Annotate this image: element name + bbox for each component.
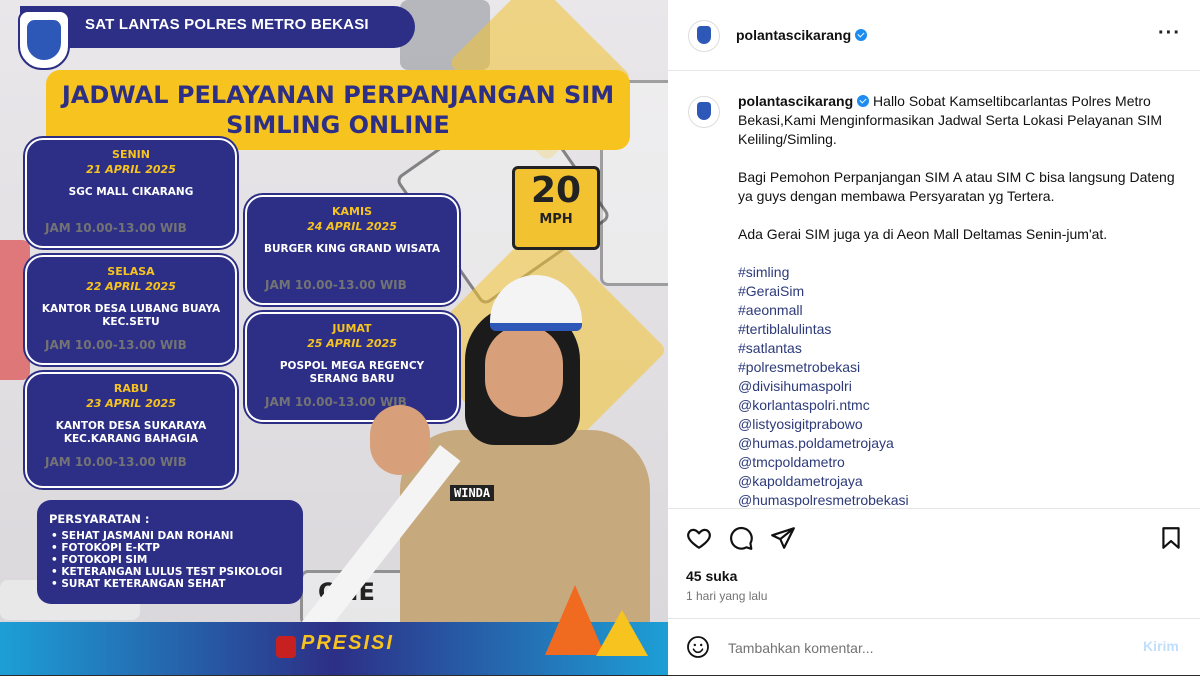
requirements-list: SEHAT JASMANI DAN ROHANI FOTOKOPI E-KTP …	[51, 530, 282, 590]
caption-author-avatar[interactable]	[688, 96, 720, 128]
comment-bubble-icon[interactable]	[728, 525, 754, 551]
save-bookmark-icon[interactable]	[1158, 525, 1184, 551]
officer-helmet	[490, 275, 582, 331]
schedule-location: BURGER KING GRAND WISATA	[263, 243, 441, 255]
hashtag-link[interactable]: #tertiblalulintas	[738, 320, 1178, 339]
hashtag-link[interactable]: #aeonmall	[738, 301, 1178, 320]
verified-badge-icon	[857, 95, 870, 107]
schedule-time: JAM 10.00-13.00 WIB	[45, 455, 187, 469]
requirements-title: PERSYARATAN :	[49, 512, 150, 526]
requirement-item: SURAT KETERANGAN SEHAT	[51, 578, 282, 590]
caption-username[interactable]: polantascikarang	[738, 93, 853, 109]
requirement-item: KETERANGAN LULUS TEST PSIKOLOGI	[51, 566, 282, 578]
mention-link[interactable]: @tmcpoldametro	[738, 453, 1178, 472]
officer-face	[485, 325, 563, 417]
schedule-time: JAM 10.00-13.00 WIB	[45, 221, 187, 235]
verified-badge-icon	[855, 29, 868, 41]
mention-link[interactable]: @humas.poldametrojaya	[738, 434, 1178, 453]
schedule-day: KAMIS	[332, 205, 372, 218]
police-emblem-logo	[18, 10, 70, 70]
caption-paragraph: polantascikarang Hallo Sobat Kamseltibca…	[738, 92, 1178, 149]
schedule-card-tuesday: SELASA 22 APRIL 2025 JAM 10.00-13.00 WIB…	[25, 255, 237, 365]
more-options-icon[interactable]: ···	[1158, 22, 1181, 45]
officer-hand	[370, 405, 430, 475]
schedule-date: 21 APRIL 2025	[86, 163, 176, 176]
schedule-date: 23 APRIL 2025	[86, 397, 176, 410]
comment-bar: Kirim	[668, 618, 1200, 676]
comment-input[interactable]	[726, 637, 1120, 659]
presisi-brand: PRESISI	[275, 632, 394, 655]
speed-limit-unit: MPH	[539, 212, 573, 227]
mention-link[interactable]: @humaspolresmetrobekasi	[738, 491, 1178, 507]
poster-title-line1: JADWAL PELAYANAN PERPANJANGAN SIM	[61, 81, 615, 109]
schedule-date: 24 APRIL 2025	[307, 220, 397, 233]
mention-link[interactable]: @korlantaspolri.ntmc	[738, 396, 1178, 415]
schedule-location: KANTOR DESA LUBANG BUAYA KEC.SETU	[41, 303, 221, 328]
speed-limit-number: 20	[530, 170, 582, 211]
post-side-panel: polantascikarang ··· polantascikarang Ha…	[668, 0, 1200, 675]
schedule-location: KANTOR DESA SUKARAYA KEC.KARANG BAHAGIA	[55, 420, 207, 445]
speed-limit-sign: 20 MPH	[512, 166, 600, 250]
mention-link[interactable]: @divisihumaspolri	[738, 377, 1178, 396]
like-heart-icon[interactable]	[686, 525, 712, 551]
requirement-item: SEHAT JASMANI DAN ROHANI	[51, 530, 282, 542]
post-image[interactable]: 20 MPH ONE SAT LANTAS POLRES METRO BEKAS…	[0, 0, 668, 675]
like-count[interactable]: 45 suka	[686, 568, 737, 584]
hashtag-link[interactable]: #polresmetrobekasi	[738, 358, 1178, 377]
author-username-text[interactable]: polantascikarang	[736, 27, 851, 43]
author-username[interactable]: polantascikarang	[736, 27, 868, 43]
post-header: polantascikarang ···	[668, 0, 1200, 71]
warning-triangle-icon	[596, 610, 648, 656]
caption-paragraph: Bagi Pemohon Perpanjangan SIM A atau SIM…	[738, 169, 1175, 204]
poster-title-line2: SIMLING ONLINE	[226, 111, 450, 139]
share-send-icon[interactable]	[770, 525, 796, 551]
requirements-box: PERSYARATAN : SEHAT JASMANI DAN ROHANI F…	[37, 500, 303, 604]
schedule-day: SELASA	[107, 265, 155, 278]
requirement-item: FOTOKOPI SIM	[51, 554, 282, 566]
post-timestamp[interactable]: 1 hari yang lalu	[686, 589, 767, 603]
hashtag-link[interactable]: #GeraiSim	[738, 282, 1178, 301]
schedule-day: SENIN	[112, 148, 150, 161]
emoji-icon[interactable]	[686, 635, 710, 659]
presisi-brand-text: PRESISI	[301, 632, 394, 654]
schedule-date: 22 APRIL 2025	[86, 280, 176, 293]
schedule-location: SGC MALL CIKARANG	[68, 186, 194, 198]
poster-header-title: SAT LANTAS POLRES METRO BEKASI	[85, 16, 369, 33]
instagram-post-window: 20 MPH ONE SAT LANTAS POLRES METRO BEKAS…	[0, 0, 1200, 675]
post-caption: polantascikarang Hallo Sobat Kamseltibca…	[738, 92, 1178, 507]
schedule-card-monday: SENIN 21 APRIL 2025 JAM 10.00-13.00 WIB …	[25, 138, 237, 248]
post-actions: 45 suka 1 hari yang lalu	[668, 508, 1200, 619]
mention-link[interactable]: @listyosigitprabowo	[738, 415, 1178, 434]
requirement-item: FOTOKOPI E-KTP	[51, 542, 282, 554]
officer-name-tag: WINDA	[450, 485, 495, 501]
schedule-card-wednesday: RABU 23 APRIL 2025 JAM 10.00-13.00 WIB K…	[25, 372, 237, 488]
author-avatar[interactable]	[688, 20, 720, 52]
mention-link[interactable]: @kapoldametrojaya	[738, 472, 1178, 491]
schedule-day: RABU	[113, 382, 149, 395]
hashtag-link[interactable]: #satlantas	[738, 339, 1178, 358]
post-comment-button[interactable]: Kirim	[1143, 638, 1179, 654]
schedule-time: JAM 10.00-13.00 WIB	[45, 338, 187, 352]
hashtag-link[interactable]: #simling	[738, 263, 1178, 282]
caption-tags: #simling #GeraiSim #aeonmall #tertiblalu…	[738, 263, 1178, 507]
caption-paragraph: Ada Gerai SIM juga ya di Aeon Mall Delta…	[738, 226, 1108, 242]
